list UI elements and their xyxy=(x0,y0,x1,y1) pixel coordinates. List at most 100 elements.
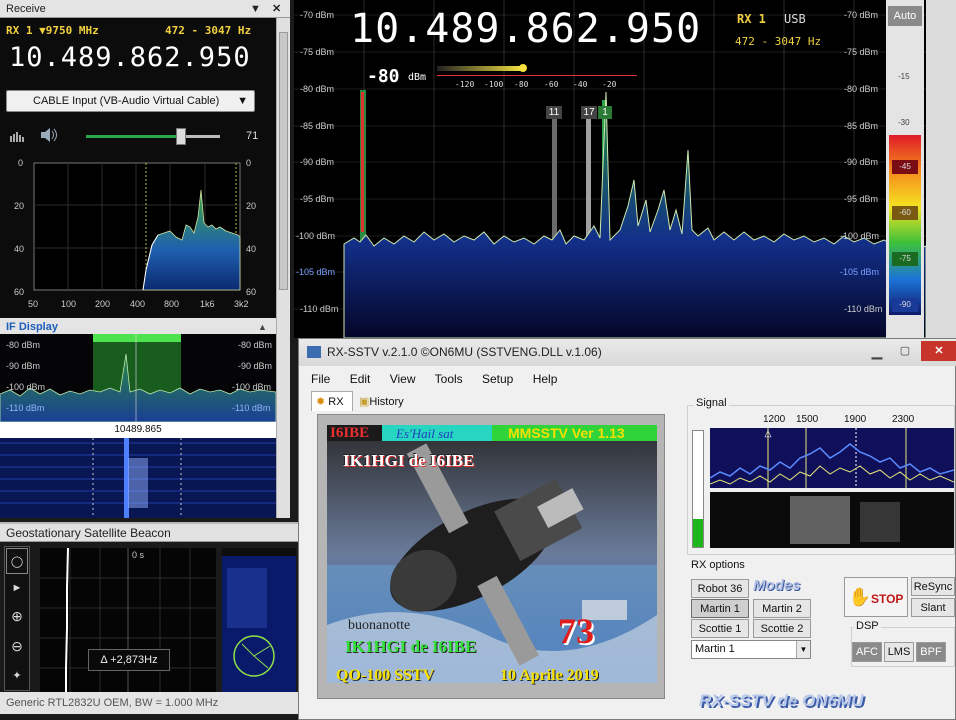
spectrum-level: -110 dBm xyxy=(300,304,339,314)
beacon-waterfall xyxy=(222,548,296,693)
img-qo: QO-100 SSTV xyxy=(336,667,435,684)
menu-bar: File Edit View Tools Setup Help xyxy=(311,372,573,386)
menu-tools[interactable]: Tools xyxy=(435,372,463,386)
audio-y-tick-right: 40 xyxy=(246,244,257,254)
volume-slider-thumb[interactable] xyxy=(176,128,187,145)
spectrum-level-right: -85 dBm xyxy=(844,121,879,131)
smeter-value: -80 xyxy=(367,66,400,87)
signal-tick: 2300 xyxy=(892,414,915,425)
spectrum-level: -80 dBm xyxy=(300,84,335,94)
sstv-title: RX-SSTV v.2.1.0 ©ON6MU (SSTVENG.DLL v.1.… xyxy=(327,345,602,359)
menu-icon[interactable]: ✦ xyxy=(5,661,29,691)
if-level: -110 dBm xyxy=(6,403,45,413)
smeter-unit: dBm xyxy=(408,72,427,83)
left-panel-scrollbar[interactable] xyxy=(276,18,290,518)
audio-y-tick-right: 60 xyxy=(246,287,257,297)
mode-scottie2-button[interactable]: Scottie 2 xyxy=(753,619,811,638)
flag-icon[interactable]: ► xyxy=(5,575,29,601)
collapse-icon[interactable]: ▼ xyxy=(250,0,261,18)
menu-help[interactable]: Help xyxy=(533,372,558,386)
menu-file[interactable]: File xyxy=(311,372,330,386)
tab-history[interactable]: ▣History xyxy=(359,393,415,411)
dsp-group: DSP AFC LMS BPF xyxy=(851,620,955,667)
signal-label: Signal xyxy=(694,397,729,409)
slant-button[interactable]: Slant xyxy=(911,598,955,617)
sstv-window: RX-SSTV v.2.1.0 ©ON6MU (SSTVENG.DLL v.1.… xyxy=(298,338,956,720)
scroll-thumb[interactable] xyxy=(279,32,288,290)
menu-setup[interactable]: Setup xyxy=(482,372,513,386)
mode-martin1-button[interactable]: Martin 1 xyxy=(691,599,749,618)
spectrum-level: -90 dBm xyxy=(300,157,335,167)
lms-button[interactable]: LMS xyxy=(884,642,914,662)
afc-button[interactable]: AFC xyxy=(852,642,882,662)
audio-y-tick-right: 0 xyxy=(246,158,252,168)
spectrum-level: -95 dBm xyxy=(300,194,335,204)
volume-slider[interactable] xyxy=(86,128,220,145)
marker-label[interactable]: 17 xyxy=(581,106,597,119)
receive-panel: Receive ▼ ✕ RX 1 ▼9750 MHz 472 - 3047 Hz… xyxy=(0,0,290,330)
smeter-tick: -40 xyxy=(573,80,588,89)
tab-history-label: History xyxy=(369,396,404,408)
modes-logo: Modes xyxy=(753,577,801,594)
menu-edit[interactable]: Edit xyxy=(350,372,371,386)
spectrum-level-right: -110 dBm xyxy=(844,304,883,314)
scale-tick: -45 xyxy=(892,160,918,174)
sstv-image-frame: I6IBE Es'Hail sat MMSSTV Ver 1.13 IK1HGI… xyxy=(317,414,665,699)
main-rx: RX 1 xyxy=(737,12,766,26)
minimize-button[interactable]: ▁ xyxy=(865,342,889,360)
mode-scottie1-button[interactable]: Scottie 1 xyxy=(691,619,749,638)
stop-label: STOP xyxy=(870,592,904,606)
mode-select[interactable]: Martin 1 ▼ xyxy=(691,640,811,659)
main-mode[interactable]: USB xyxy=(784,12,806,26)
mode-martin2-button[interactable]: Martin 2 xyxy=(753,599,811,618)
close-icon[interactable]: ✕ xyxy=(272,0,281,18)
spectrum-level: -100 dBm xyxy=(296,231,336,241)
audio-x-tick: 50 xyxy=(28,299,39,309)
spectrum-level: -85 dBm xyxy=(300,121,335,131)
zoom-in-icon[interactable]: ⊕ xyxy=(5,601,29,631)
menu-view[interactable]: View xyxy=(390,372,416,386)
if-level-right: -110 dBm xyxy=(232,403,271,413)
smeter-tick: -80 xyxy=(514,80,529,89)
signal-group: Signal 1200 1500 1900 2300 △ xyxy=(687,397,955,555)
marker-label[interactable]: 1 xyxy=(598,106,612,119)
tab-rx[interactable]: ✹ RX xyxy=(311,391,353,411)
if-display-panel: IF Display ▲ -80 dBm -90 dBm -100 dBm -1… xyxy=(0,318,276,518)
receive-frequency[interactable]: 10.489.862.950 xyxy=(9,42,251,73)
spectrum-level: -105 dBm xyxy=(296,267,336,277)
smeter-tick: -60 xyxy=(544,80,559,89)
marker-label[interactable]: 11 xyxy=(546,106,562,119)
beacon-delta: Δ +2,873Hz xyxy=(88,649,170,671)
beacon-time: 0 s xyxy=(132,550,145,560)
close-button[interactable]: ✕ xyxy=(921,341,956,361)
if-waterfall xyxy=(0,438,276,518)
img-mid: buonanotte xyxy=(348,618,411,633)
stop-button[interactable]: ✋STOP xyxy=(844,577,908,617)
resync-button[interactable]: ReSync xyxy=(911,577,955,596)
spectrum-level: -75 dBm xyxy=(300,47,335,57)
zoom-out-icon[interactable]: ⊖ xyxy=(5,631,29,661)
receive-title-bar: Receive ▼ ✕ xyxy=(0,0,290,18)
maximize-button[interactable]: ▢ xyxy=(893,342,917,360)
scale-tick: -75 xyxy=(892,252,918,266)
auto-button[interactable]: Auto xyxy=(888,6,922,26)
speaker-icon[interactable] xyxy=(40,127,58,143)
circle-icon[interactable]: ◯ xyxy=(6,548,28,574)
scale-tick: -15 xyxy=(898,72,910,81)
spectrum-level-right: -105 dBm xyxy=(840,267,880,277)
main-frequency[interactable]: 10.489.862.950 xyxy=(350,6,701,52)
if-display-title: IF Display xyxy=(6,321,58,333)
sstv-title-bar: RX-SSTV v.2.1.0 ©ON6MU (SSTVENG.DLL v.1.… xyxy=(299,339,956,366)
smeter-tick: -100 xyxy=(484,80,504,89)
audio-x-tick: 1k6 xyxy=(200,299,215,309)
rx-line: RX 1 ▼9750 MHz xyxy=(6,24,99,37)
beacon-title: Geostationary Satellite Beacon xyxy=(0,524,298,542)
bpf-button[interactable]: BPF xyxy=(916,642,946,662)
level-meter-icon xyxy=(10,130,24,142)
if-level: -100 dBm xyxy=(6,382,46,392)
audio-device-select[interactable]: CABLE Input (VB-Audio Virtual Cable) ▼ xyxy=(6,90,255,112)
mode-robot36-button[interactable]: Robot 36 xyxy=(691,579,749,598)
folder-icon: ▣ xyxy=(359,396,370,408)
rx-band: 472 - 3047 Hz xyxy=(165,24,252,37)
signal-spectrum: △ xyxy=(710,428,954,488)
